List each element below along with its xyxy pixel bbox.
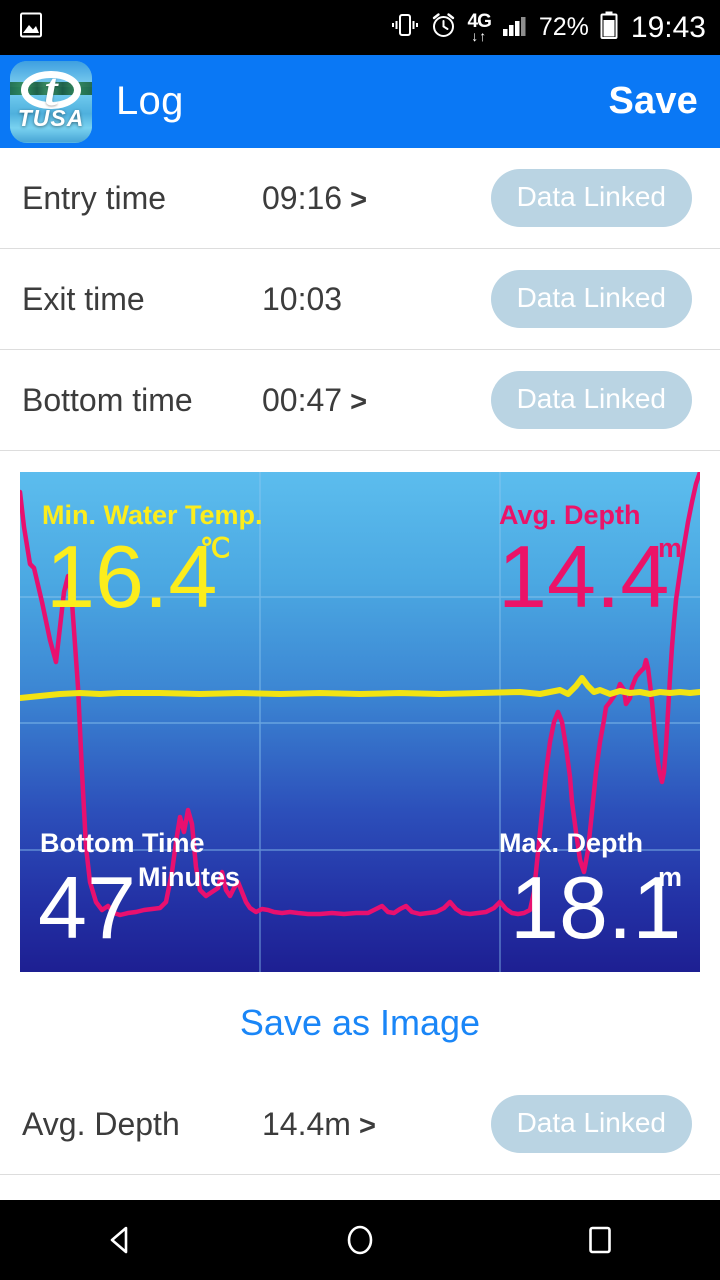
status-bar-clock: 19:43: [630, 10, 706, 44]
avg-depth-value: 14.4: [498, 527, 669, 626]
row-label: Bottom time: [22, 381, 193, 418]
row-value-text: 09:16: [262, 179, 343, 216]
battery-percent-label: 72%: [538, 13, 589, 41]
nav-back-button[interactable]: [0, 1200, 240, 1280]
signal-bars-icon: [502, 12, 528, 43]
page-title: Log: [116, 79, 184, 123]
nav-home-button[interactable]: [240, 1200, 480, 1280]
back-icon: [110, 1226, 128, 1254]
chevron-right-icon: >: [350, 183, 368, 216]
image-icon: [18, 12, 44, 43]
avg-depth-unit: m: [658, 533, 682, 563]
row-exit-time[interactable]: Exit time 10:03 Data Linked: [0, 249, 720, 350]
battery-icon: [600, 11, 618, 44]
save-as-image-row[interactable]: Save as Image: [0, 972, 720, 1075]
chevron-right-icon: >: [350, 385, 368, 418]
status-badge: Data Linked: [490, 270, 692, 328]
status-bar: 4G ↓↑ 72% 19:43: [0, 0, 720, 55]
logo-wordmark: TUSA: [17, 104, 85, 131]
network-type-indicator: 4G ↓↑: [468, 12, 492, 44]
alarm-icon: [430, 12, 457, 44]
bottom-rows: Avg. Depth 14.4m > Data Linked: [0, 1074, 720, 1175]
status-badge: Data Linked: [490, 1095, 692, 1153]
app-bar: t TUSA Log Save: [0, 55, 720, 148]
row-label: Exit time: [22, 280, 145, 317]
network-arrows-icon: ↓↑: [471, 28, 488, 44]
status-bar-left: [18, 12, 44, 43]
row-entry-time[interactable]: Entry time 09:16 > Data Linked: [0, 148, 720, 249]
row-value: 09:16 >: [262, 180, 367, 217]
save-button[interactable]: Save: [608, 80, 698, 123]
chevron-right-icon: >: [358, 1109, 376, 1142]
row-value: 10:03: [262, 281, 350, 318]
row-bottom-time[interactable]: Bottom time 00:47 > Data Linked: [0, 350, 720, 451]
vibrate-icon: [391, 12, 419, 43]
bottom-time-label: Bottom Time: [40, 828, 205, 858]
dive-profile-chart[interactable]: Min. Water Temp. 16.4 ℃ Avg. Depth 14.4 …: [20, 472, 700, 972]
row-value-text: 14.4m: [262, 1105, 351, 1142]
tusa-app-logo-icon: t TUSA: [10, 60, 92, 143]
row-value-text: 00:47: [262, 381, 343, 418]
nav-recents-button[interactable]: [480, 1200, 720, 1280]
save-as-image-link[interactable]: Save as Image: [240, 1002, 480, 1044]
max-depth-unit: m: [658, 862, 682, 892]
min-water-temp-value: 16.4: [46, 527, 217, 626]
bottom-time-unit: Minutes: [138, 862, 240, 892]
row-value-text: 10:03: [262, 280, 343, 317]
min-water-temp-label: Min. Water Temp.: [42, 500, 263, 530]
bottom-time-value: 47: [38, 858, 136, 957]
min-water-temp-unit: ℃: [200, 533, 230, 563]
row-label: Avg. Depth: [22, 1105, 180, 1142]
home-icon: [347, 1225, 373, 1255]
row-avg-depth[interactable]: Avg. Depth 14.4m > Data Linked: [0, 1074, 720, 1175]
avg-depth-label: Avg. Depth: [499, 500, 641, 530]
android-navigation-bar: [0, 1200, 720, 1280]
max-depth-label: Max. Depth: [499, 828, 643, 858]
status-badge: Data Linked: [490, 371, 692, 429]
row-label: Entry time: [22, 179, 167, 216]
status-bar-right: 4G ↓↑ 72% 19:43: [391, 11, 706, 44]
status-badge: Data Linked: [490, 169, 692, 227]
row-value: 14.4m >: [262, 1106, 376, 1143]
row-value: 00:47 >: [262, 382, 367, 419]
max-depth-value: 18.1: [510, 858, 681, 957]
recents-icon: [589, 1226, 611, 1254]
